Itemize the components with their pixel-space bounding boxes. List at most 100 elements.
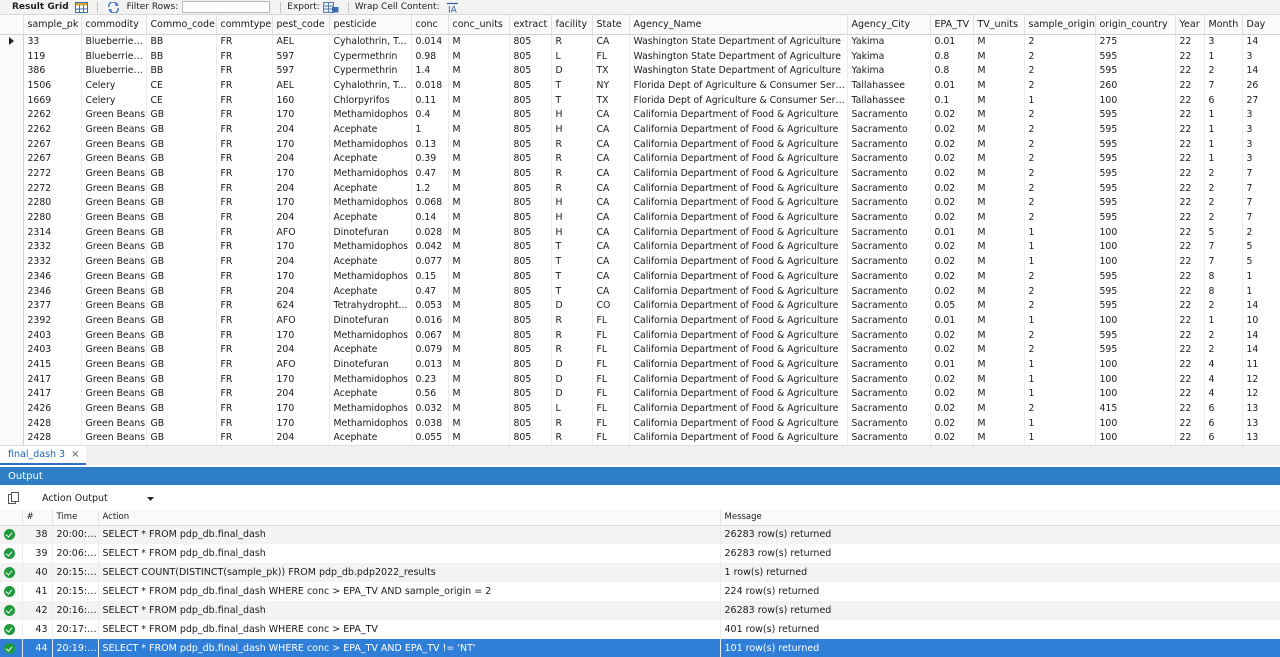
table-cell[interactable]: Green Beans [81, 415, 147, 431]
table-cell[interactable]: H [551, 107, 593, 123]
table-cell[interactable]: California Department of Food & Agricult… [629, 224, 848, 240]
table-cell[interactable]: 597 [272, 48, 330, 64]
table-cell[interactable]: Green Beans [81, 166, 147, 181]
table-cell[interactable]: GB [146, 401, 217, 416]
table-cell[interactable]: 595 [1095, 342, 1176, 358]
table-cell[interactable]: 5 [1204, 224, 1243, 240]
table-cell[interactable]: 0.016 [411, 313, 449, 328]
table-cell[interactable]: 2392 [23, 313, 82, 328]
wrap-icon[interactable]: IA [446, 2, 459, 15]
table-cell[interactable]: Green Beans [81, 180, 147, 196]
table-row[interactable]: 2267 Green Beans GB FR 204 Acephate 0.39 M 805 R C… [0, 151, 1280, 167]
table-row[interactable]: 2280 Green Beans GB FR 204 Acephate 0.14 M 805 H C… [0, 210, 1280, 225]
table-cell[interactable]: FR [216, 313, 273, 328]
table-cell[interactable]: 805 [509, 357, 552, 372]
table-cell[interactable]: 2 [1204, 210, 1243, 225]
table-cell[interactable]: 119 [23, 48, 82, 64]
table-cell[interactable]: 0.014 [411, 34, 449, 49]
table-cell[interactable]: FR [216, 136, 273, 152]
table-cell[interactable]: M [973, 195, 1025, 211]
table-cell[interactable]: GB [146, 415, 217, 431]
table-cell[interactable]: California Department of Food & Agricult… [629, 342, 848, 358]
table-cell[interactable]: 2 [1024, 63, 1096, 79]
table-cell[interactable]: 0.02 [930, 166, 974, 181]
table-cell[interactable]: 0.4 [411, 107, 449, 123]
table-cell[interactable]: 0.15 [411, 269, 449, 284]
table-cell[interactable]: Green Beans [81, 313, 147, 328]
table-cell[interactable]: M [448, 269, 510, 284]
table-cell[interactable]: D [551, 357, 593, 372]
table-cell[interactable]: 1.2 [411, 180, 449, 196]
output-row-number[interactable]: 40 [22, 563, 53, 582]
table-cell[interactable]: Acephate [329, 122, 412, 137]
table-cell[interactable]: CA [592, 122, 630, 137]
table-cell[interactable]: 100 [1095, 415, 1176, 431]
table-cell[interactable]: 2 [1204, 166, 1243, 181]
table-cell[interactable]: CE [146, 78, 217, 93]
table-cell[interactable]: GB [146, 386, 217, 402]
table-cell[interactable]: 22 [1175, 327, 1205, 343]
table-cell[interactable]: 13 [1242, 430, 1280, 445]
table-cell[interactable]: 0.02 [930, 342, 974, 358]
table-cell[interactable]: Sacramento [847, 239, 931, 255]
table-cell[interactable]: 22 [1175, 107, 1205, 123]
table-cell[interactable]: 170 [272, 239, 330, 255]
column-header[interactable]: extract [509, 15, 552, 35]
table-cell[interactable]: 2346 [23, 269, 82, 284]
table-cell[interactable]: 33 [23, 34, 82, 49]
table-cell[interactable]: R [551, 342, 593, 358]
table-cell[interactable]: California Department of Food & Agricult… [629, 239, 848, 255]
table-cell[interactable]: 2 [1024, 283, 1096, 299]
table-cell[interactable]: H [551, 122, 593, 137]
table-cell[interactable]: California Department of Food & Agricult… [629, 401, 848, 416]
table-row[interactable]: 2272 Green Beans GB FR 170 Methamidophos 0.47 M… [0, 166, 1280, 181]
table-cell[interactable]: Cyhalothrin, T... [329, 34, 412, 49]
table-cell[interactable]: Green Beans [81, 430, 147, 445]
table-cell[interactable]: 2 [1024, 210, 1096, 225]
table-cell[interactable]: Tallahassee [847, 78, 931, 93]
table-cell[interactable]: 805 [509, 313, 552, 328]
table-cell[interactable]: 5 [1242, 239, 1280, 255]
table-cell[interactable]: CA [592, 34, 630, 49]
table-cell[interactable]: Green Beans [81, 269, 147, 284]
table-cell[interactable]: 2403 [23, 327, 82, 343]
output-time[interactable]: 20:16:51 [52, 601, 99, 620]
table-cell[interactable]: CA [592, 151, 630, 167]
output-message[interactable]: 401 row(s) returned [720, 620, 1280, 639]
table-cell[interactable]: Methamidophos [329, 195, 412, 211]
table-cell[interactable]: 22 [1175, 239, 1205, 255]
table-cell[interactable]: 0.47 [411, 166, 449, 181]
table-cell[interactable]: 0.053 [411, 298, 449, 314]
table-cell[interactable]: 1 [411, 122, 449, 137]
table-cell[interactable]: 0.013 [411, 357, 449, 372]
table-cell[interactable]: M [973, 401, 1025, 416]
table-cell[interactable]: 14 [1242, 34, 1280, 49]
table-cell[interactable]: FR [216, 92, 273, 108]
table-cell[interactable]: 805 [509, 430, 552, 445]
table-cell[interactable]: D [551, 63, 593, 79]
table-cell[interactable]: 805 [509, 48, 552, 64]
table-cell[interactable]: 22 [1175, 210, 1205, 225]
table-cell[interactable]: 204 [272, 430, 330, 445]
table-cell[interactable]: Green Beans [81, 239, 147, 255]
table-cell[interactable]: M [973, 386, 1025, 402]
table-cell[interactable]: Green Beans [81, 371, 147, 387]
row-header[interactable] [0, 269, 24, 284]
table-cell[interactable]: CA [592, 180, 630, 196]
table-cell[interactable]: 805 [509, 210, 552, 225]
table-cell[interactable]: 1 [1204, 107, 1243, 123]
row-header[interactable] [0, 151, 24, 167]
row-header[interactable] [0, 224, 24, 240]
row-header[interactable] [0, 210, 24, 225]
table-cell[interactable]: California Department of Food & Agricult… [629, 151, 848, 167]
table-row[interactable]: 2346 Green Beans GB FR 170 Methamidophos 0.15 M… [0, 269, 1280, 284]
table-cell[interactable]: 2280 [23, 195, 82, 211]
table-cell[interactable]: 22 [1175, 313, 1205, 328]
table-row[interactable]: 2262 Green Beans GB FR 204 Acephate 1 M 805 H CA Ca… [0, 122, 1280, 137]
table-cell[interactable]: BB [146, 63, 217, 79]
table-cell[interactable]: Cypermethrin [329, 63, 412, 79]
table-cell[interactable]: CA [592, 224, 630, 240]
table-cell[interactable]: 2 [1204, 298, 1243, 314]
table-cell[interactable]: FR [216, 224, 273, 240]
table-cell[interactable]: FR [216, 34, 273, 49]
